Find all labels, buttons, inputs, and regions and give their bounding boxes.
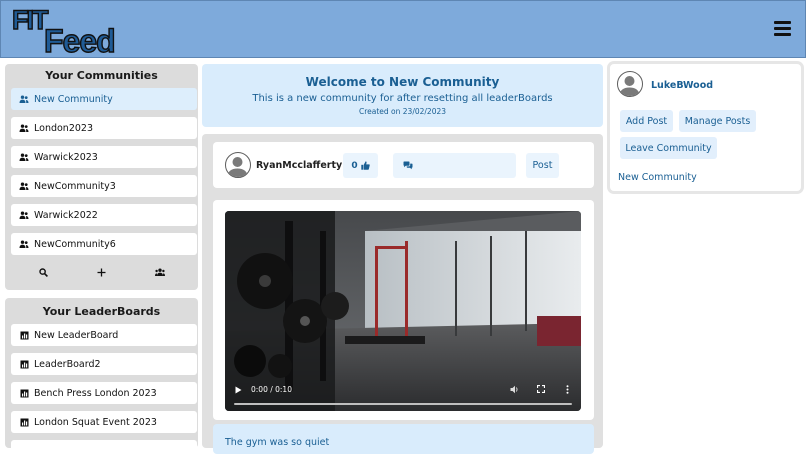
created-date: Created on 23/02/2023 xyxy=(358,107,447,116)
avatar[interactable] xyxy=(617,71,643,97)
video-time: 0:00 / 0:10 xyxy=(251,385,292,394)
thumbs-up-icon xyxy=(360,161,370,170)
app-header: FIT Feed xyxy=(0,0,806,58)
leaderboard-item-leaderboard2[interactable]: LeaderBoard2 xyxy=(11,353,197,375)
leaderboards-panel: Your LeaderBoards New LeaderBoard Leader… xyxy=(5,298,198,448)
comments-icon xyxy=(403,161,413,170)
community-label: Warwick2022 xyxy=(34,209,98,221)
users-icon xyxy=(19,95,29,104)
plus-icon[interactable] xyxy=(97,268,106,277)
video-progress-track[interactable] xyxy=(234,403,572,405)
user-avatar-icon xyxy=(227,157,248,177)
users-icon xyxy=(19,182,29,191)
like-count: 0 xyxy=(351,160,358,171)
post-button[interactable]: Post xyxy=(526,153,559,178)
users-icon xyxy=(19,240,29,249)
users-manage-icon[interactable] xyxy=(155,268,165,277)
community-item-london2023[interactable]: London2023 xyxy=(11,117,197,139)
community-item-new-community[interactable]: New Community xyxy=(11,88,197,110)
community-item-newcommunity3[interactable]: NewCommunity3 xyxy=(11,175,197,197)
chart-icon xyxy=(19,360,29,369)
comment-button[interactable] xyxy=(393,153,516,178)
add-post-button[interactable]: Add Post xyxy=(620,110,673,132)
more-options-icon[interactable] xyxy=(566,385,569,394)
users-icon xyxy=(19,211,29,220)
leaderboard-item-partial[interactable] xyxy=(11,440,197,448)
community-item-newcommunity6[interactable]: NewCommunity6 xyxy=(11,233,197,255)
chart-icon xyxy=(19,331,29,340)
leaderboard-label: LeaderBoard2 xyxy=(34,358,101,370)
svg-text:Feed: Feed xyxy=(44,23,115,55)
leaderboards-title: Your LeaderBoards xyxy=(42,305,161,318)
chart-icon xyxy=(19,389,29,398)
community-link[interactable]: New Community xyxy=(618,172,697,183)
community-item-warwick2022[interactable]: Warwick2022 xyxy=(11,204,197,226)
like-button[interactable]: 0 xyxy=(343,153,378,178)
post-media-card: 0:00 / 0:10 xyxy=(213,200,594,420)
leaderboard-item-london-squat[interactable]: London Squat Event 2023 xyxy=(11,411,197,433)
communities-title: Your Communities xyxy=(45,69,158,82)
community-actions-panel: LukeBWood Add Post Manage Posts Leave Co… xyxy=(610,64,801,191)
community-label: NewCommunity3 xyxy=(34,180,116,192)
leaderboard-label: London Squat Event 2023 xyxy=(34,416,157,428)
video-controls: 0:00 / 0:10 xyxy=(225,379,581,411)
leaderboard-label: New LeaderBoard xyxy=(34,329,119,341)
community-label: Warwick2023 xyxy=(34,151,98,163)
community-description: This is a new community for after resett… xyxy=(252,93,553,104)
menu-hamburger-icon[interactable] xyxy=(774,21,791,36)
volume-icon[interactable] xyxy=(510,385,519,394)
fitfeed-logo[interactable]: FIT Feed xyxy=(11,5,133,55)
leaderboard-item-new-leaderboard[interactable]: New LeaderBoard xyxy=(11,324,197,346)
post-author[interactable]: RyanMcclafferty xyxy=(256,160,342,171)
community-item-warwick2023[interactable]: Warwick2023 xyxy=(11,146,197,168)
users-icon xyxy=(19,124,29,133)
post-caption: The gym was so quiet xyxy=(213,424,594,454)
leave-community-button[interactable]: Leave Community xyxy=(620,137,717,159)
current-username[interactable]: LukeBWood xyxy=(651,80,713,91)
community-label: NewCommunity6 xyxy=(34,238,116,250)
fullscreen-icon[interactable] xyxy=(537,385,545,393)
community-label: London2023 xyxy=(34,122,93,134)
play-icon[interactable] xyxy=(235,386,242,394)
avatar[interactable] xyxy=(225,152,251,178)
gym-video[interactable]: 0:00 / 0:10 xyxy=(225,211,581,411)
communities-panel: Your Communities New Community London202… xyxy=(5,64,198,290)
chart-icon xyxy=(19,418,29,427)
welcome-banner: Welcome to New Community This is a new c… xyxy=(202,64,603,127)
leaderboard-label: Bench Press London 2023 xyxy=(34,387,157,399)
users-icon xyxy=(19,153,29,162)
leaderboard-item-bench-press[interactable]: Bench Press London 2023 xyxy=(11,382,197,404)
search-icon[interactable] xyxy=(39,268,48,277)
user-avatar-icon xyxy=(619,76,640,96)
community-label: New Community xyxy=(34,93,113,105)
manage-posts-button[interactable]: Manage Posts xyxy=(679,110,756,132)
welcome-title: Welcome to New Community xyxy=(305,75,500,89)
post-header: RyanMcclafferty 0 Post xyxy=(213,142,594,188)
post-feed: RyanMcclafferty 0 Post 0:00 / 0:10 The g… xyxy=(202,134,603,454)
